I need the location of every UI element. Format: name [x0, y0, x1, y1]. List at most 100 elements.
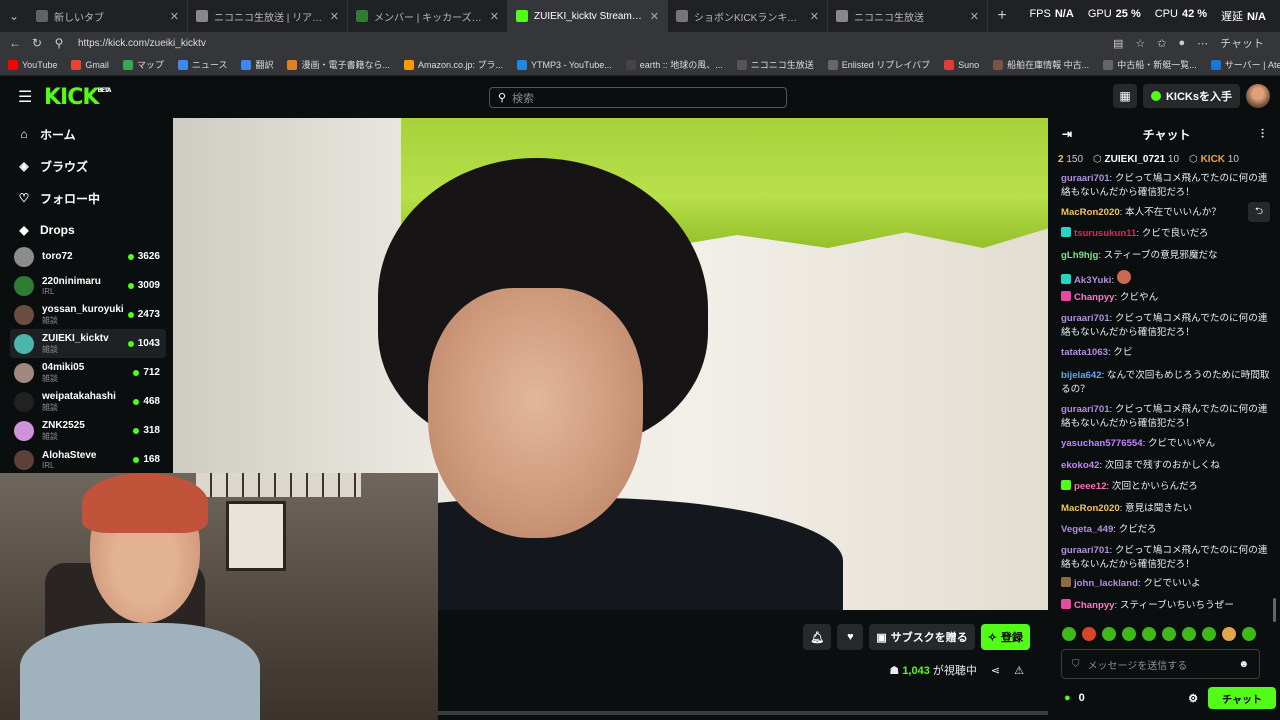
channel-item[interactable]: toro72 3626: [10, 242, 166, 271]
chat-username[interactable]: guraari701: [1061, 404, 1110, 415]
bookmark-item[interactable]: Gmail: [71, 59, 109, 70]
collapse-chat-icon[interactable]: ⇥: [1062, 127, 1072, 141]
emote-icon[interactable]: [1242, 627, 1256, 641]
chat-username[interactable]: yasuchan5776554: [1061, 438, 1143, 449]
chat-message[interactable]: guraari701: クビって鳩コメ飛んでたのに何の連絡もないんだから確信犯だ…: [1061, 544, 1273, 572]
chat-message[interactable]: tatata1063: クビ: [1061, 346, 1273, 360]
chat-username[interactable]: john_lackland: [1074, 578, 1138, 589]
chat-message[interactable]: Chanpyy: スティーブいちいちうぜー: [1061, 599, 1273, 613]
chat-message[interactable]: bijela642: なんで次回もめじろうのために時間取るの？: [1061, 369, 1273, 397]
chat-users-icon[interactable]: ⫶: [1261, 127, 1264, 142]
bookmark-item[interactable]: 翻訳: [241, 58, 273, 71]
chat-username[interactable]: guraari701: [1061, 545, 1110, 556]
chat-message[interactable]: Chanpyy: クビやん: [1061, 291, 1273, 305]
bookmark-item[interactable]: Enlisted リプレイバブ: [827, 58, 930, 71]
favorites-icon[interactable]: ✩: [1157, 37, 1166, 50]
chat-message[interactable]: guraari701: クビって鳩コメ飛んでたのに何の連絡もないんだから確信犯だ…: [1061, 403, 1273, 431]
browser-tab[interactable]: ZUIEKI_kicktv Stream - Watch Live ✕: [508, 0, 668, 32]
browser-tab[interactable]: 新しいタブ ✕: [28, 0, 188, 32]
url-field[interactable]: https://kick.com/zueiki_kicktv: [78, 38, 1113, 49]
leaderboard-entry[interactable]: ⬡ KICK 10: [1189, 154, 1239, 165]
gift-sub-button[interactable]: ▣ サブスクを贈る: [869, 624, 975, 650]
notification-bell-button[interactable]: 🔔︎: [803, 624, 832, 650]
chat-message[interactable]: gLh9hjg: スティーブの意見邪魔だな: [1061, 249, 1273, 263]
emote-icon[interactable]: [1142, 627, 1156, 641]
more-icon[interactable]: ⋯: [1197, 37, 1208, 50]
bookmark-item[interactable]: Amazon.co.jp: プラ...: [404, 58, 503, 71]
channel-item[interactable]: ZNK2525 雑談 318: [10, 416, 166, 445]
bookmark-item[interactable]: 漫画・電子書籍なら...: [287, 58, 390, 71]
get-kicks-button[interactable]: KICKsを入手: [1142, 84, 1240, 108]
close-icon[interactable]: ✕: [810, 10, 819, 23]
close-icon[interactable]: ✕: [490, 10, 499, 23]
chat-message[interactable]: yasuchan5776554: クビでいいやん: [1061, 437, 1273, 451]
chat-username[interactable]: Chanpyy: [1074, 292, 1115, 303]
chat-send-button[interactable]: チャット: [1208, 687, 1276, 709]
chat-input[interactable]: ⛉ メッセージを送信する ☻: [1061, 649, 1260, 679]
reload-icon[interactable]: ↻: [26, 36, 48, 50]
bookmark-item[interactable]: Suno: [944, 59, 979, 70]
chat-username[interactable]: Vegeta_449: [1061, 524, 1113, 535]
browser-tab[interactable]: メンバー | キッカーズ公式サイト ✕: [348, 0, 508, 32]
browser-tab[interactable]: ニコニコ生放送 | リアルタイムランキング ✕: [188, 0, 348, 32]
chat-message[interactable]: guraari701: クビって鳩コメ飛んでたのに何の連絡もないんだから確信犯だ…: [1061, 312, 1273, 340]
chat-username[interactable]: tsurusukun11: [1074, 228, 1136, 239]
reader-icon[interactable]: ▤: [1113, 37, 1123, 50]
chat-username[interactable]: guraari701: [1061, 173, 1110, 184]
chat-message[interactable]: Vegeta_449: クビだろ: [1061, 523, 1273, 537]
scroll-bar[interactable]: [438, 711, 1048, 715]
chat-username[interactable]: guraari701: [1061, 313, 1110, 324]
report-icon[interactable]: ⚠︎: [1014, 664, 1024, 677]
emote-icon[interactable]: [1222, 627, 1236, 641]
emote-icon[interactable]: [1122, 627, 1136, 641]
site-info-icon[interactable]: ⚲: [48, 36, 70, 50]
new-tab-button[interactable]: +: [988, 7, 1016, 25]
bookmark-item[interactable]: 中古船・新艇一覧...: [1103, 58, 1197, 71]
search-input[interactable]: ⚲ 検索: [489, 87, 787, 108]
emote-icon[interactable]: [1162, 627, 1176, 641]
chat-username[interactable]: peee12: [1074, 481, 1107, 492]
avatar[interactable]: [1246, 84, 1270, 108]
emote-icon[interactable]: [1182, 627, 1196, 641]
channel-item[interactable]: 04miki05 雑談 712: [10, 358, 166, 387]
chat-username[interactable]: MacRon2020: [1061, 207, 1120, 218]
profile-button[interactable]: チャット: [1220, 35, 1264, 51]
chat-username[interactable]: Chanpyy: [1074, 600, 1115, 611]
chat-username[interactable]: tatata1063: [1061, 347, 1108, 358]
leaderboard-entry[interactable]: ⬡ ZUIEKI_0721 10: [1093, 154, 1179, 165]
chat-message[interactable]: ekoko42: 次回まで残すのおかしくね: [1061, 459, 1273, 473]
chat-settings-icon[interactable]: ⚙: [1188, 692, 1198, 705]
chat-scrollbar[interactable]: [1273, 598, 1276, 622]
chat-message[interactable]: Ak3Yuki:: [1061, 270, 1273, 288]
sidebar-item-heart[interactable]: ♡ フォロー中: [0, 182, 172, 214]
bookmark-item[interactable]: ニュース: [177, 58, 227, 71]
chat-username[interactable]: Ak3Yuki: [1074, 275, 1111, 286]
follow-button[interactable]: ✧ 登録: [980, 624, 1030, 650]
bookmark-item[interactable]: マップ: [122, 58, 164, 71]
chat-message[interactable]: MacRon2020: 本人不在でいいんか？: [1061, 206, 1273, 220]
chat-message[interactable]: peee12: 次回とかいらんだろ: [1061, 480, 1273, 494]
leaderboard-entry[interactable]: 2 150: [1058, 154, 1083, 165]
layout-icon[interactable]: ▦: [1112, 84, 1137, 108]
close-icon[interactable]: ✕: [970, 10, 979, 23]
back-icon[interactable]: ←: [4, 36, 26, 50]
favorite-button[interactable]: ♥: [837, 624, 864, 650]
browser-tab[interactable]: ショボンKICKランキング | Shobon Kick ✕: [668, 0, 828, 32]
chat-message[interactable]: john_lackland: クビでいいよ: [1061, 577, 1273, 591]
share-icon[interactable]: ⋖: [991, 664, 1000, 677]
channel-item[interactable]: yossan_kuroyuki 雑談 2473: [10, 300, 166, 329]
sidebar-item-home[interactable]: ⌂ ホーム: [0, 118, 172, 150]
bookmark-item[interactable]: earth :: 地球の風、...: [625, 58, 723, 71]
sidebar-item-browse[interactable]: ◈ ブラウズ: [0, 150, 172, 182]
bookmark-item[interactable]: YouTube: [8, 59, 57, 70]
browser-tab[interactable]: ニコニコ生放送 ✕: [828, 0, 988, 32]
chat-username[interactable]: bijela642: [1061, 370, 1102, 381]
chat-message[interactable]: tsurusukun11: クビで良いだろ: [1061, 227, 1273, 241]
tab-search-icon[interactable]: ⌄: [0, 0, 28, 32]
scroll-resume-icon[interactable]: ⮌: [1248, 202, 1270, 222]
chat-message[interactable]: MacRon2020: 意見は聞きたい: [1061, 502, 1273, 516]
close-icon[interactable]: ✕: [330, 10, 339, 23]
bookmark-item[interactable]: 船舶在庫情報 中古...: [993, 58, 1089, 71]
close-icon[interactable]: ✕: [650, 10, 659, 23]
extension-icon[interactable]: ●: [1178, 37, 1185, 49]
